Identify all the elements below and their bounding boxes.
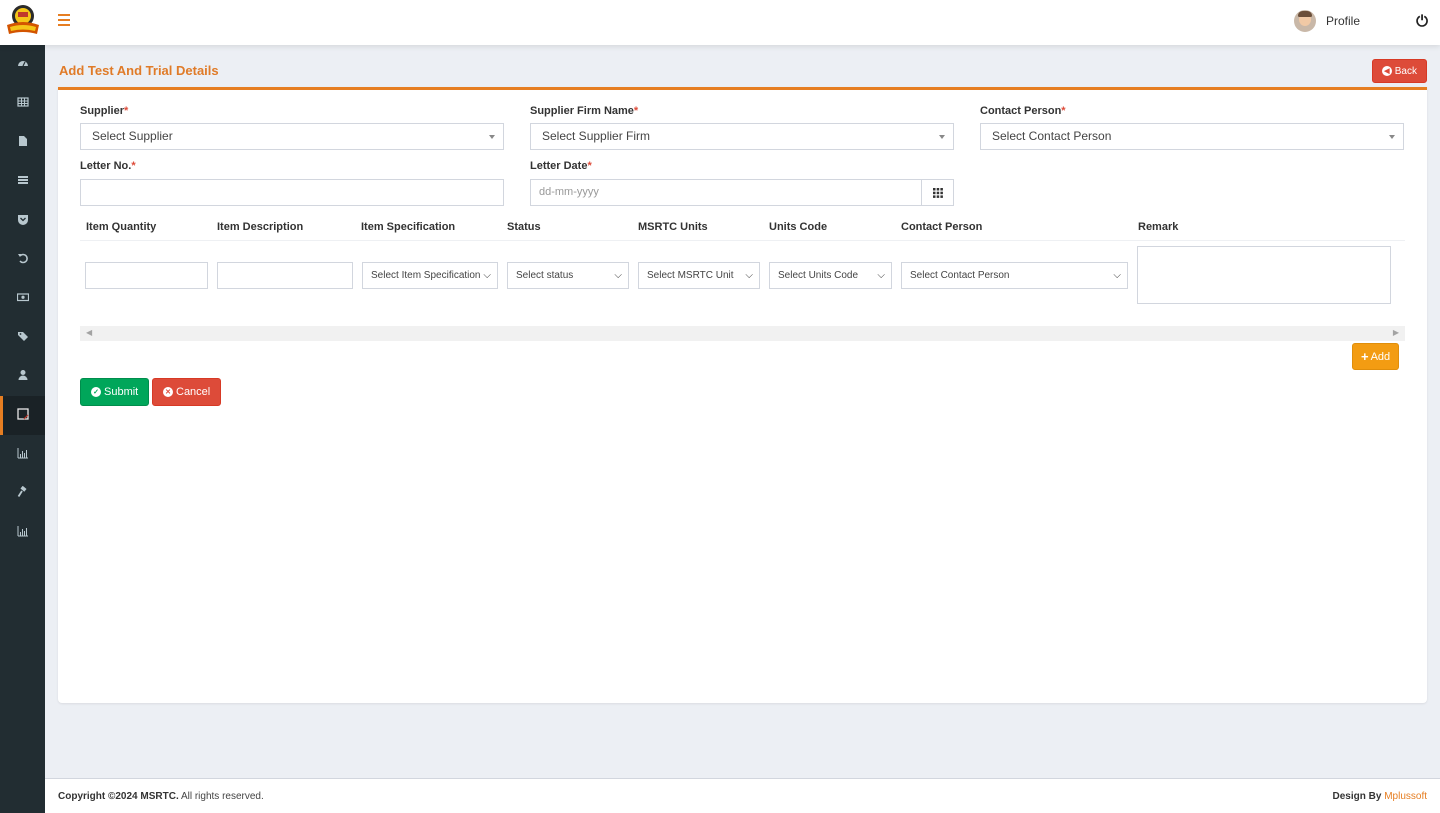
add-label: Add — [1370, 350, 1391, 363]
chevron-down-icon: ⌵ — [874, 263, 885, 288]
letter-date-label: Letter Date* — [530, 160, 592, 172]
supplier-firm-select-value: Select Supplier Firm — [542, 129, 651, 143]
cancel-button[interactable]: ✕ Cancel — [152, 378, 222, 406]
msrtc-logo[interactable] — [4, 3, 42, 37]
add-row-button[interactable]: + Add — [1352, 343, 1400, 370]
sidebar-item-file[interactable] — [0, 123, 45, 162]
sidebar-item-analytics[interactable] — [0, 513, 45, 552]
sidebar — [0, 45, 45, 813]
supplier-firm-select[interactable]: Select Supplier Firm — [530, 123, 954, 150]
contact-person-label: Contact Person* — [980, 105, 1066, 117]
undo-icon — [17, 252, 29, 267]
menu-toggle-icon[interactable] — [58, 14, 70, 28]
letter-no-label: Letter No.* — [80, 160, 136, 172]
scroll-right-icon[interactable]: ▶ — [1393, 328, 1399, 337]
list-icon — [17, 174, 29, 189]
remark-textarea[interactable] — [1137, 246, 1391, 304]
top-navbar: Profile ⏻ — [0, 0, 1440, 45]
supplier-firm-label: Supplier Firm Name* — [530, 105, 639, 117]
column-header-status: Status — [507, 221, 541, 233]
column-header-remark: Remark — [1138, 221, 1179, 233]
sidebar-item-chevron[interactable] — [0, 201, 45, 240]
chevron-down-icon: ⌵ — [480, 263, 491, 288]
scroll-left-icon[interactable]: ◀ — [86, 328, 92, 337]
design-credit: Design By Mplussoft — [1332, 791, 1427, 802]
calendar-icon[interactable] — [921, 180, 953, 205]
copyright-text: Copyright ©2024 MSRTC. All rights reserv… — [58, 791, 264, 802]
table-horizontal-scrollbar[interactable]: ◀ ▶ — [80, 326, 1405, 341]
sidebar-item-tags[interactable] — [0, 318, 45, 357]
check-circle-icon: ✓ — [91, 387, 101, 397]
bar-chart-icon — [17, 525, 29, 540]
power-icon[interactable]: ⏻ — [1416, 13, 1428, 30]
column-header-item-specification: Item Specification — [361, 221, 456, 233]
supplier-select[interactable]: Select Supplier — [80, 123, 504, 150]
contact-person-select-value: Select Contact Person — [992, 129, 1112, 143]
submit-button[interactable]: ✓ Submit — [80, 378, 150, 406]
gavel-icon — [17, 485, 29, 501]
column-header-contact-person: Contact Person — [901, 221, 983, 233]
sidebar-item-user[interactable] — [0, 357, 45, 396]
dropdown-arrow-icon — [1389, 135, 1395, 139]
letter-date-placeholder: dd-mm-yyyy — [539, 186, 599, 198]
units-code-select[interactable]: Select Units Code ⌵ — [769, 262, 892, 289]
letter-no-input[interactable] — [80, 179, 504, 206]
sidebar-item-test-trial[interactable] — [0, 396, 45, 435]
plus-icon: + — [1361, 349, 1369, 364]
sidebar-item-undo[interactable] — [0, 240, 45, 279]
chevron-square-icon — [17, 213, 29, 228]
sidebar-item-table[interactable] — [0, 84, 45, 123]
table-icon — [16, 96, 29, 111]
cancel-label: Cancel — [176, 386, 211, 398]
bar-chart-icon — [17, 447, 29, 462]
status-select[interactable]: Select status ⌵ — [507, 262, 629, 289]
chevron-down-icon: ⌵ — [1110, 263, 1121, 288]
money-icon — [16, 291, 29, 306]
column-header-units-code: Units Code — [769, 221, 828, 233]
dropdown-arrow-icon — [939, 135, 945, 139]
supplier-select-value: Select Supplier — [92, 129, 173, 143]
chevron-down-icon: ⌵ — [611, 263, 622, 288]
times-circle-icon: ✕ — [163, 387, 173, 397]
sidebar-item-auction[interactable] — [0, 474, 45, 513]
sidebar-item-list[interactable] — [0, 162, 45, 201]
contact-person-select[interactable]: Select Contact Person — [980, 123, 1404, 150]
table-header-divider — [80, 240, 1405, 241]
column-header-item-description: Item Description — [217, 221, 304, 233]
chevron-down-icon: ⌵ — [742, 263, 753, 288]
sidebar-item-money[interactable] — [0, 279, 45, 318]
back-button[interactable]: ◀ Back — [1371, 59, 1427, 83]
tags-icon — [17, 330, 29, 345]
sidebar-item-dashboard[interactable] — [0, 45, 45, 84]
row-contact-person-select[interactable]: Select Contact Person ⌵ — [901, 262, 1128, 289]
page-title: Add Test And Trial Details — [59, 63, 219, 78]
supplier-label: Supplier* — [80, 105, 129, 117]
column-header-msrtc-units: MSRTC Units — [638, 221, 708, 233]
arrow-left-circle-icon: ◀ — [1381, 66, 1392, 76]
back-label: Back — [1394, 65, 1417, 77]
item-quantity-input[interactable] — [85, 262, 208, 289]
profile-menu[interactable]: Profile — [1293, 10, 1360, 32]
note-icon — [16, 408, 29, 423]
dropdown-arrow-icon — [489, 135, 495, 139]
sidebar-item-reports[interactable] — [0, 435, 45, 474]
msrtc-unit-select[interactable]: Select MSRTC Unit ⌵ — [638, 262, 760, 289]
designer-link[interactable]: Mplussoft — [1384, 791, 1427, 802]
user-icon — [17, 369, 29, 384]
dashboard-icon — [17, 57, 29, 72]
avatar — [1293, 10, 1316, 32]
letter-date-input[interactable]: dd-mm-yyyy — [530, 179, 954, 206]
submit-label: Submit — [104, 386, 139, 398]
column-header-item-quantity: Item Quantity — [86, 221, 157, 233]
file-icon — [17, 135, 29, 150]
profile-label: Profile — [1325, 14, 1360, 28]
item-specification-select[interactable]: Select Item Specification ⌵ — [362, 262, 498, 289]
test-trial-form-card: Supplier* Select Supplier Supplier Firm … — [58, 87, 1427, 703]
item-description-input[interactable] — [217, 262, 353, 289]
footer: Copyright ©2024 MSRTC. All rights reserv… — [45, 778, 1440, 813]
